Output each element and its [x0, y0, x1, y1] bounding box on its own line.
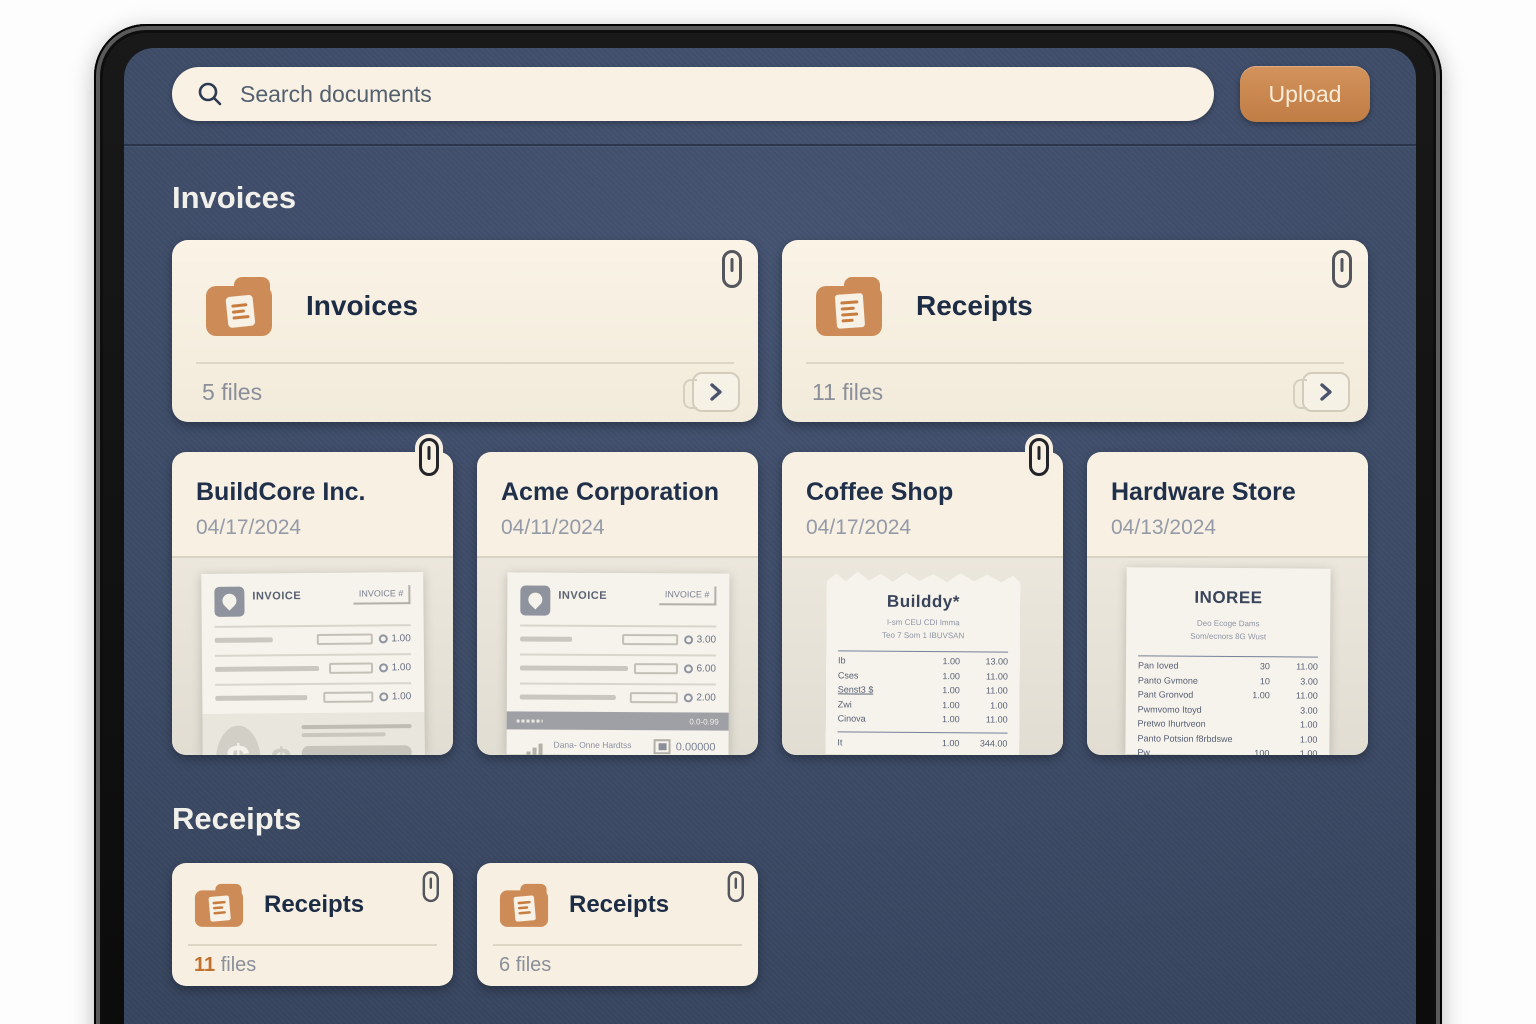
- chevron-right-icon: [709, 382, 723, 402]
- folder-icon: [812, 274, 886, 338]
- divider: [806, 362, 1344, 364]
- document-card-coffee-shop[interactable]: Coffee Shop 04/17/2024 Builddy* I-sm CEU…: [782, 452, 1063, 755]
- doc-thumbnail: INOREE Deo Ecoge DamsSom/ecnors 8G Wust …: [1087, 556, 1368, 755]
- open-folder-button[interactable]: [692, 372, 740, 412]
- document-grid: BuildCore Inc. 04/17/2024 INVOICE INVOIC…: [172, 452, 1368, 755]
- invoice-preview: INVOICE INVOICE # 3.00 6.00 2.00: [506, 572, 729, 755]
- divider: [493, 944, 742, 946]
- invoice-logo: [520, 585, 550, 615]
- section-title-receipts: Receipts: [172, 801, 1368, 837]
- chevron-right-icon: [1319, 382, 1333, 402]
- receipt-brand: Builddy*: [838, 591, 1008, 612]
- folder-icon: [202, 274, 276, 338]
- search-placeholder: Search documents: [240, 81, 432, 108]
- folder-card-receipts[interactable]: Receipts 11 files: [782, 240, 1368, 422]
- receipt-folder-grid: Receipts 11 files: [172, 863, 1368, 986]
- invoice-number: INVOICE #: [353, 585, 410, 604]
- app-screen: Search documents Upload Invoices: [124, 48, 1416, 1024]
- open-folder-button[interactable]: [1302, 372, 1350, 412]
- file-count: 11 files: [194, 954, 256, 977]
- document-card-hardware-store[interactable]: Hardware Store 04/13/2024 INOREE Deo Eco…: [1087, 452, 1368, 755]
- invoice-note: Dana- Onne Hardtss UNG Ajususs w snu Act…: [553, 739, 646, 755]
- document-card-acme[interactable]: Acme Corporation 04/11/2024 INVOICE INVO…: [477, 452, 758, 755]
- doc-date: 04/11/2024: [501, 516, 734, 540]
- doc-header: Acme Corporation 04/11/2024: [477, 452, 758, 556]
- paperclip-icon: [1029, 438, 1049, 476]
- divider: [188, 944, 437, 946]
- receipt-preview: INOREE Deo Ecoge DamsSom/ecnors 8G Wust …: [1125, 567, 1330, 755]
- bar-chart-icon: [519, 741, 545, 755]
- doc-date: 04/13/2024: [1111, 516, 1344, 540]
- invoice-total-band: 0.0-0.99: [506, 711, 728, 730]
- dollar-watermark-small: $: [270, 741, 292, 755]
- top-bar: Search documents Upload: [124, 48, 1416, 122]
- folder-footer: 11 files: [812, 372, 1350, 412]
- invoice-logo: [214, 587, 244, 617]
- header-divider: [124, 144, 1416, 146]
- receipt-folder-card-1[interactable]: Receipts 11 files: [172, 863, 453, 986]
- receipt-folder-card-2[interactable]: Receipts 6 files: [477, 863, 758, 986]
- folder-icon: [497, 881, 551, 929]
- doc-title: BuildCore Inc.: [196, 478, 429, 507]
- folder-main: Invoices: [172, 240, 758, 338]
- search-input[interactable]: Search documents: [172, 67, 1214, 121]
- folder-name: Receipts: [916, 290, 1033, 322]
- doc-date: 04/17/2024: [806, 516, 1039, 540]
- folder-card-invoices[interactable]: Invoices 5 files: [172, 240, 758, 422]
- folder-main: Receipts: [172, 863, 453, 929]
- folder-footer: 5 files: [202, 372, 740, 412]
- folder-name: Invoices: [306, 290, 418, 322]
- divider: [196, 362, 734, 364]
- document-card-buildcore[interactable]: BuildCore Inc. 04/17/2024 INVOICE INVOIC…: [172, 452, 453, 755]
- paperclip-icon: [1332, 250, 1352, 288]
- doc-title: Hardware Store: [1111, 478, 1344, 507]
- doc-title: Acme Corporation: [501, 478, 734, 507]
- invoice-brand: INVOICE: [252, 590, 301, 602]
- file-count: 11 files: [812, 379, 883, 406]
- dollar-watermark: $: [215, 725, 260, 755]
- doc-thumbnail: Builddy* I-sm CEU CDI ImmaTeo 7 Som 1 IB…: [782, 556, 1063, 755]
- receipt-preview: Builddy* I-sm CEU CDI ImmaTeo 7 Som 1 IB…: [825, 571, 1020, 755]
- paperclip-icon: [728, 871, 744, 902]
- file-count: 6 files: [499, 954, 551, 977]
- search-icon: [196, 80, 224, 108]
- paperclip-icon: [722, 250, 742, 288]
- folder-icon: [192, 881, 246, 929]
- folder-name: Receipts: [264, 891, 364, 919]
- section-title-invoices: Invoices: [172, 180, 1368, 216]
- content: Invoices: [124, 180, 1416, 986]
- invoice-preview: INVOICE INVOICE # 1.00 1.00 1.00: [201, 572, 425, 755]
- file-count: 5 files: [202, 379, 262, 406]
- folder-name: Receipts: [569, 891, 669, 919]
- paperclip-icon: [419, 438, 439, 476]
- doc-thumbnail: INVOICE INVOICE # 3.00 6.00 2.00: [477, 556, 758, 755]
- receipt-brand: INOREE: [1138, 587, 1318, 608]
- upload-button[interactable]: Upload: [1240, 66, 1370, 122]
- folder-main: Receipts: [782, 240, 1368, 338]
- invoice-brand: INVOICE: [558, 590, 607, 602]
- page: Search documents Upload Invoices: [0, 0, 1536, 1024]
- doc-thumbnail: INVOICE INVOICE # 1.00 1.00 1.00: [172, 556, 453, 755]
- doc-date: 04/17/2024: [196, 516, 429, 540]
- doc-header: Hardware Store 04/13/2024: [1087, 452, 1368, 556]
- paperclip-icon: [423, 871, 439, 902]
- doc-header: Coffee Shop 04/17/2024: [782, 452, 1063, 556]
- folder-grid: Invoices 5 files: [172, 240, 1368, 422]
- doc-header: BuildCore Inc. 04/17/2024: [172, 452, 453, 556]
- folder-main: Receipts: [477, 863, 758, 929]
- doc-title: Coffee Shop: [806, 478, 1039, 507]
- invoice-number: INVOICE #: [659, 586, 716, 605]
- tablet-frame: Search documents Upload Invoices: [94, 24, 1442, 1024]
